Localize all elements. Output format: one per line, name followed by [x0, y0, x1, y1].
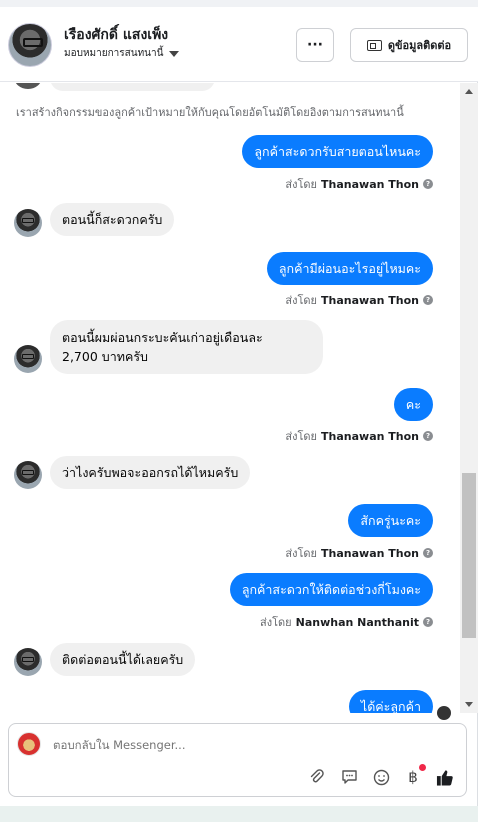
- sent-by-prefix: ส่งโดย: [260, 616, 292, 629]
- sender-name: Thanawan Thon: [321, 293, 419, 307]
- avatar: [14, 345, 42, 373]
- contact-card-icon: [366, 39, 382, 51]
- reply-input[interactable]: [53, 738, 353, 752]
- scroll-to-bottom-icon[interactable]: [437, 706, 451, 720]
- composer-toolbar: ฿: [308, 764, 454, 786]
- message-bubble-incoming[interactable]: ตอนนี้ผมผ่อนกระบะคันเก่าอยู่เดือนละ 2,70…: [50, 320, 323, 374]
- assign-label: มอบหมายการสนทนานี้: [64, 48, 164, 59]
- sent-by-label: ส่งโดย Nanwhan Nanthanit ?: [260, 613, 433, 631]
- conversation-panel: เรืองศักดิ์ แสงเพ็ง มอบหมายการสนทนานี้ ·…: [0, 0, 478, 806]
- sent-by-label: ส่งโดย Thanawan Thon ?: [285, 427, 433, 445]
- avatar: [14, 648, 42, 676]
- sender-name: Thanawan Thon: [321, 429, 419, 443]
- info-icon[interactable]: ?: [423, 295, 433, 305]
- sent-by-label: ส่งโดย Thanawan Thon ?: [285, 291, 433, 309]
- view-contact-info-button[interactable]: ดูข้อมูลติดต่อ: [350, 28, 468, 62]
- sent-by-prefix: ส่งโดย: [285, 430, 318, 443]
- info-icon[interactable]: ?: [423, 548, 433, 558]
- top-strip: [0, 0, 478, 7]
- sender-name: Nanwhan Nanthanit: [295, 615, 419, 629]
- message-line: ตอนนี้ผมผ่อนกระบะคันเก่าอยู่เดือนละ: [62, 330, 263, 345]
- message-bubble-incoming: [50, 83, 215, 91]
- paperclip-icon[interactable]: [308, 768, 326, 786]
- notification-dot: [419, 764, 426, 771]
- more-label: ···: [307, 37, 323, 53]
- page-avatar: [17, 732, 41, 756]
- sender-name: Thanawan Thon: [321, 177, 419, 191]
- message-bubble-incoming[interactable]: ติดต่อตอนนี้ได้เลยครับ: [50, 643, 196, 676]
- caret-down-icon: [169, 50, 180, 57]
- info-icon[interactable]: ?: [423, 431, 433, 441]
- message-bubble-outgoing[interactable]: ลูกค้ามีผ่อนอะไรอยู่ไหมคะ: [266, 252, 433, 285]
- smiley-icon[interactable]: [372, 768, 390, 786]
- avatar: [14, 461, 42, 489]
- scroll-down-arrow-icon[interactable]: [465, 702, 473, 707]
- scrollbar[interactable]: [460, 83, 478, 713]
- message-bubble-outgoing[interactable]: ลูกค้าสะดวกรับสายตอนไหนคะ: [242, 135, 433, 168]
- more-options-button[interactable]: ···: [296, 28, 334, 62]
- message-composer: ฿: [8, 723, 467, 797]
- scroll-up-arrow-icon[interactable]: [465, 89, 473, 94]
- conversation-header: เรืองศักดิ์ แสงเพ็ง มอบหมายการสนทนานี้ ·…: [0, 7, 478, 82]
- message-bubble-outgoing[interactable]: สักครู่นะคะ: [348, 504, 433, 537]
- chat-bubble-icon[interactable]: [340, 768, 358, 786]
- message-bubble-outgoing[interactable]: ได้ค่ะลูกค้า: [348, 690, 433, 713]
- sender-name: Thanawan Thon: [321, 546, 419, 560]
- info-icon[interactable]: ?: [423, 179, 433, 189]
- avatar: [14, 83, 42, 89]
- message-bubble-outgoing[interactable]: คะ: [393, 388, 433, 421]
- sent-by-label: ส่งโดย Thanawan Thon ?: [285, 175, 433, 193]
- message-bubble-incoming[interactable]: ว่าไงครับพอจะออกรถได้ไหมครับ: [50, 456, 251, 489]
- contact-name[interactable]: เรืองศักดิ์ แสงเพ็ง: [64, 24, 168, 46]
- baht-icon[interactable]: ฿: [404, 764, 426, 786]
- message-list[interactable]: เราสร้างกิจกรรมของลูกค้าเป้าหมายให้กับคุ…: [0, 83, 458, 713]
- contact-info-label: ดูข้อมูลติดต่อ: [387, 39, 452, 52]
- assign-conversation-dropdown[interactable]: มอบหมายการสนทนานี้: [64, 46, 180, 61]
- system-note: เราสร้างกิจกรรมของลูกค้าเป้าหมายให้กับคุ…: [16, 106, 404, 119]
- sent-by-label: ส่งโดย Thanawan Thon ?: [285, 544, 433, 562]
- message-line: 2,700 บาทครับ: [62, 349, 148, 364]
- sent-by-prefix: ส่งโดย: [285, 294, 318, 307]
- scroll-thumb[interactable]: [462, 473, 476, 638]
- message-bubble-outgoing[interactable]: ลูกค้าสะดวกให้ติดต่อช่วงกี่โมงคะ: [229, 573, 433, 606]
- sent-by-prefix: ส่งโดย: [285, 178, 318, 191]
- avatar[interactable]: [8, 23, 52, 67]
- sent-by-prefix: ส่งโดย: [285, 547, 318, 560]
- thumbs-up-icon[interactable]: [436, 768, 454, 786]
- avatar: [14, 209, 42, 237]
- message-bubble-incoming[interactable]: ตอนนี้ก็สะดวกครับ: [50, 203, 175, 236]
- info-icon[interactable]: ?: [423, 617, 433, 627]
